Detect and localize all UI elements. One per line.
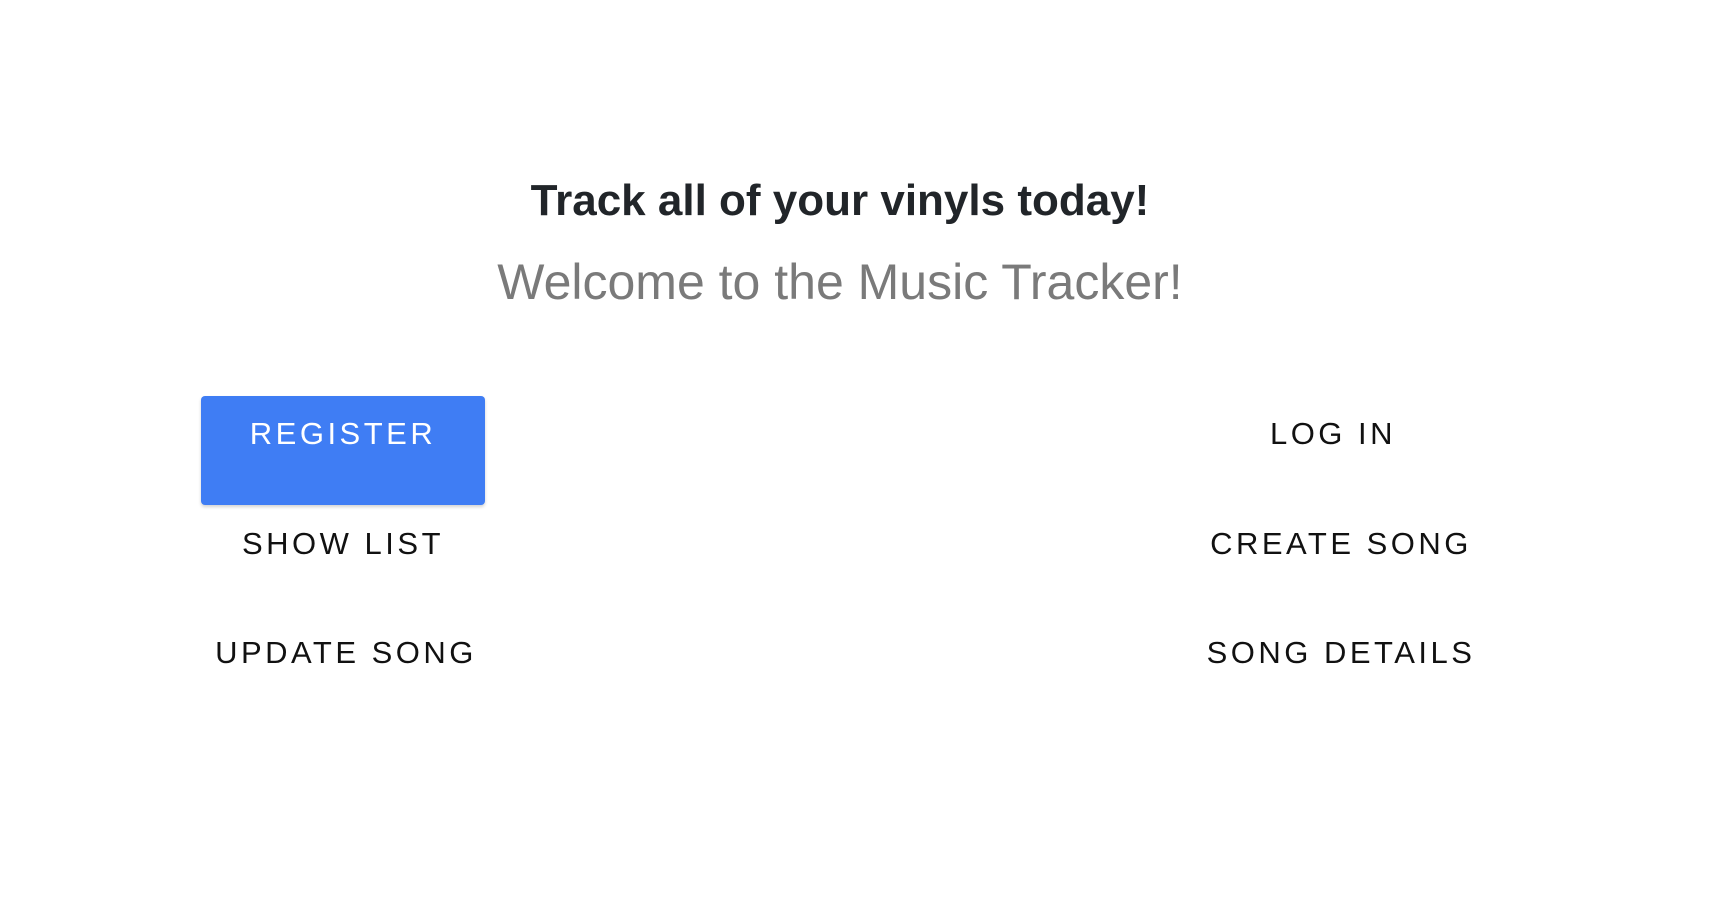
show-list-button[interactable]: SHOW LIST bbox=[201, 506, 485, 615]
page-subtitle: Welcome to the Music Tracker! bbox=[497, 254, 1183, 310]
create-song-button[interactable]: CREATE SONG bbox=[1191, 506, 1491, 615]
register-button[interactable]: REGISTER bbox=[201, 396, 485, 505]
song-details-button[interactable]: SONG DETAILS bbox=[1191, 615, 1491, 724]
page-title: Track all of your vinyls today! bbox=[530, 176, 1150, 225]
update-song-button[interactable]: UPDATE SONG bbox=[201, 615, 491, 724]
log-in-button[interactable]: LOG IN bbox=[1191, 396, 1475, 505]
